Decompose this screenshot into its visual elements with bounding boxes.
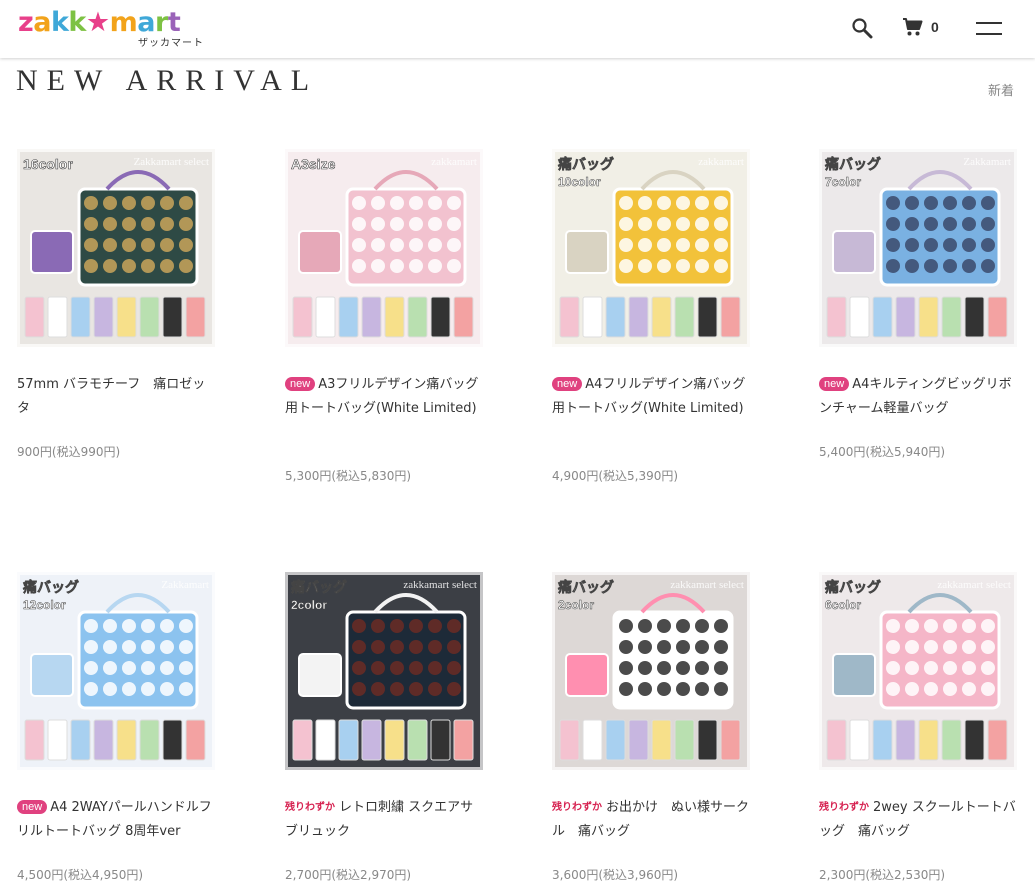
image-label: A3size — [291, 156, 336, 172]
image-label: 痛バッグ — [557, 579, 614, 595]
product-name[interactable]: new A4フリルデザイン痛バッグ用トートバッグ(White Limited) — [552, 373, 752, 421]
image-watermark: zakkamart — [698, 156, 744, 168]
product-name[interactable]: new A4キルティングビッグリボンチャーム軽量バッグ — [819, 373, 1019, 421]
product-price: 4,500円(税込4,950円) — [17, 868, 144, 882]
section-title: NEW ARRIVAL — [16, 64, 319, 97]
product-image[interactable]: 痛バッグ 10color zakkamart — [552, 149, 750, 347]
new-badge: new — [819, 377, 850, 391]
product-price: 5,300円(税込5,830円) — [285, 469, 412, 483]
cart-count[interactable]: 0 — [931, 19, 939, 35]
section-subtitle: 新着 — [988, 84, 1015, 99]
product-image[interactable]: 痛バッグ 12color Zakkamart — [17, 572, 215, 770]
low-stock-badge: 残りわずか — [819, 802, 869, 813]
image-label-sub: 7color — [825, 175, 861, 189]
product-image[interactable]: 痛バッグ 2color zakkamart select — [285, 572, 483, 770]
product-price: 2,300円(税込2,530円) — [819, 868, 946, 882]
image-label: 16color — [23, 156, 73, 172]
image-label-sub: 6color — [825, 598, 861, 612]
image-label-sub: 2color — [291, 598, 327, 612]
product-price: 5,400円(税込5,940円) — [819, 445, 946, 459]
search-icon[interactable] — [851, 17, 873, 39]
product-name[interactable]: 残りわずか お出かけ ぬい様サークル 痛バッグ — [552, 796, 752, 844]
low-stock-badge: 残りわずか — [285, 802, 335, 813]
image-label: 痛バッグ — [824, 579, 881, 595]
new-badge: new — [285, 377, 316, 391]
image-watermark: zakkamart select — [670, 579, 744, 591]
logo-wordmark: zakk★mart — [18, 7, 181, 38]
image-label-sub: 2color — [558, 598, 594, 612]
product-image[interactable]: 16color Zakkamart select — [17, 149, 215, 347]
product-image[interactable]: 痛バッグ 7color Zakkamart — [819, 149, 1017, 347]
new-badge: new — [552, 377, 583, 391]
new-badge: new — [17, 800, 48, 814]
image-watermark: Zakkamart select — [134, 156, 209, 168]
product-image[interactable]: 痛バッグ 2color zakkamart select — [552, 572, 750, 770]
image-label: 痛バッグ — [557, 156, 614, 172]
image-watermark: Zakkamart — [963, 156, 1011, 168]
image-watermark: zakkamart select — [937, 579, 1011, 591]
image-label: 痛バッグ — [290, 579, 347, 595]
product-image[interactable]: 痛バッグ 6color zakkamart select — [819, 572, 1017, 770]
image-watermark: zakkamart select — [403, 579, 477, 591]
product-name[interactable]: 残りわずか 2wey スクールトートバッグ 痛バッグ — [819, 796, 1019, 844]
logo-subtext: ザッカマート — [138, 38, 204, 49]
image-label-sub: 10color — [558, 175, 601, 189]
product-price: 4,900円(税込5,390円) — [552, 469, 679, 483]
site-logo[interactable]: zakk★mart ザッカマート — [18, 7, 204, 50]
product-name[interactable]: 57mm バラモチーフ 痛ロゼッタ — [17, 373, 217, 421]
hamburger-menu-icon[interactable] — [976, 20, 1002, 36]
product-name[interactable]: new A3フリルデザイン痛バッグ用トートバッグ(White Limited) — [285, 373, 485, 421]
image-label: 痛バッグ — [22, 579, 79, 595]
product-image[interactable]: A3size zakkamart — [285, 149, 483, 347]
product-name-text: 57mm バラモチーフ 痛ロゼッタ — [17, 377, 206, 416]
product-price: 2,700円(税込2,970円) — [285, 868, 412, 882]
product-name[interactable]: 残りわずか レトロ刺繍 スクエアサブリュック — [285, 796, 485, 844]
low-stock-badge: 残りわずか — [552, 802, 602, 813]
image-watermark: zakkamart — [431, 156, 477, 168]
product-price: 3,600円(税込3,960円) — [552, 868, 679, 882]
image-label: 痛バッグ — [824, 156, 881, 172]
product-name[interactable]: new A4 2WAYパールハンドルフリルトートバッグ 8周年ver — [17, 796, 217, 844]
site-header: zakk★mart ザッカマート 0 — [0, 0, 1035, 58]
image-watermark: Zakkamart — [161, 579, 209, 591]
image-label-sub: 12color — [23, 598, 66, 612]
product-price: 900円(税込990円) — [17, 445, 121, 459]
cart-icon[interactable] — [902, 17, 924, 37]
